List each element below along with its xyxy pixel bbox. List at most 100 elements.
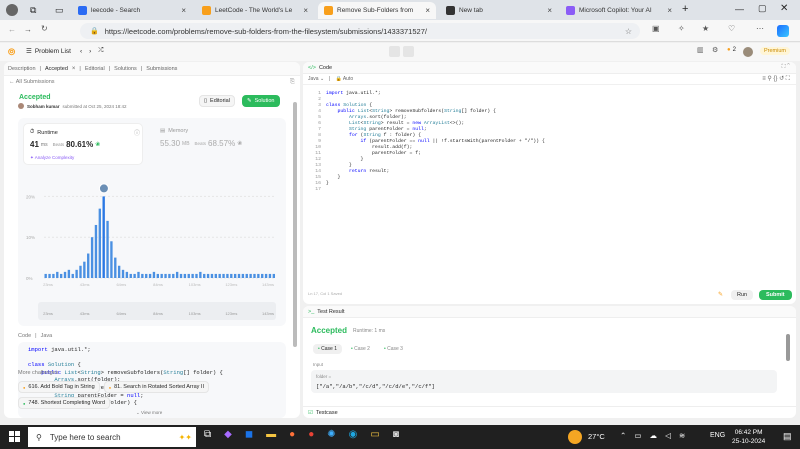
chart-bar[interactable] bbox=[249, 273, 252, 278]
close-tab-icon[interactable]: × bbox=[425, 6, 430, 15]
language-select[interactable]: Java ⌄ bbox=[308, 76, 324, 82]
chart-bar[interactable] bbox=[117, 265, 121, 278]
chart-bar[interactable] bbox=[179, 273, 183, 278]
testcase-tab[interactable]: ☑ Testcase bbox=[303, 406, 796, 418]
chart-bar[interactable] bbox=[183, 273, 187, 278]
close-tab-icon[interactable]: × bbox=[72, 66, 76, 72]
close-window-icon[interactable]: ✕ bbox=[780, 3, 788, 14]
chart-bar[interactable] bbox=[261, 273, 264, 278]
chart-bar[interactable] bbox=[253, 273, 256, 278]
tab-solutions[interactable]: Solutions bbox=[114, 66, 137, 72]
chart-bar[interactable] bbox=[187, 273, 190, 278]
chart-bar[interactable] bbox=[264, 273, 268, 278]
case-tab[interactable]: • Case 2 bbox=[346, 344, 375, 354]
back-icon[interactable]: ← bbox=[8, 25, 16, 34]
tab-editorial[interactable]: Editorial bbox=[85, 66, 105, 72]
close-tab-icon[interactable]: × bbox=[181, 6, 186, 15]
note-icon[interactable]: ✎ bbox=[718, 291, 723, 298]
chart-bar[interactable] bbox=[222, 273, 225, 278]
copilot-app-icon[interactable]: ◆ bbox=[224, 429, 232, 440]
chart-bar[interactable] bbox=[268, 273, 272, 278]
chart-bar[interactable] bbox=[241, 273, 245, 278]
chart-bar[interactable] bbox=[102, 196, 105, 278]
file-explorer-icon[interactable]: ▬ bbox=[266, 429, 276, 440]
chart-bar[interactable] bbox=[90, 237, 94, 278]
memory-header[interactable]: ▤ Memory bbox=[160, 128, 188, 134]
chart-bar[interactable] bbox=[245, 273, 248, 278]
share-icon[interactable]: ⎘ bbox=[290, 79, 295, 86]
analyze-complexity-link[interactable]: ✦ Analyze Complexity bbox=[30, 155, 74, 161]
chart-bar[interactable] bbox=[48, 273, 51, 278]
input-language[interactable]: ENG bbox=[710, 432, 725, 439]
tab-submissions[interactable]: Submissions bbox=[146, 66, 177, 72]
chart-bar[interactable] bbox=[59, 273, 63, 278]
chart-bar[interactable] bbox=[137, 271, 140, 278]
close-tab-icon[interactable]: × bbox=[303, 6, 308, 15]
case-tab[interactable]: • Case 3 bbox=[379, 344, 408, 354]
clock[interactable]: 06:42 PM 25-10-2024 bbox=[732, 428, 765, 446]
editor-actions-icon[interactable]: ≡ ⚲ {} ↺ ⛶ bbox=[762, 75, 790, 83]
chart-bar[interactable] bbox=[148, 273, 152, 278]
browser-tab[interactable]: leecode - Search × bbox=[72, 2, 192, 19]
browser-tab[interactable]: Microsoft Copilot: Your AI × bbox=[560, 2, 678, 19]
maximize-icon[interactable]: ▢ bbox=[758, 3, 767, 14]
minimize-icon[interactable]: — bbox=[735, 4, 744, 14]
chart-bar[interactable] bbox=[199, 271, 202, 278]
chart-bar[interactable] bbox=[110, 241, 113, 278]
view-more-button[interactable]: ⌄ View more bbox=[136, 410, 162, 416]
chart-bar[interactable] bbox=[63, 271, 67, 278]
settings-icon[interactable]: ⚙ bbox=[712, 46, 718, 54]
vpn-icon[interactable]: ✺ bbox=[327, 429, 335, 440]
chart-bar[interactable] bbox=[152, 271, 156, 278]
explorer-icon[interactable]: ▭ bbox=[370, 429, 379, 440]
chart-bar[interactable] bbox=[168, 273, 171, 278]
notifications-icon[interactable]: ▤ bbox=[783, 431, 792, 442]
runtime-card[interactable]: ⏱ Runtime ⓘ 41 ms Beats 80.61% ❀ ✦ Analyz… bbox=[23, 123, 143, 165]
browser-tab[interactable]: Remove Sub-Folders from × bbox=[318, 2, 436, 19]
all-submissions-link[interactable]: ← All Submissions bbox=[9, 79, 55, 85]
browser-essentials-icon[interactable]: ♡ bbox=[728, 24, 735, 33]
collapse-icon[interactable]: ⛶ ⌃ bbox=[782, 64, 790, 71]
chart-bar[interactable] bbox=[226, 273, 229, 278]
chart-bar[interactable] bbox=[52, 273, 55, 278]
chart-bar[interactable] bbox=[94, 224, 98, 278]
chart-bar[interactable] bbox=[83, 261, 86, 278]
chart-bar[interactable] bbox=[210, 273, 214, 278]
chart-bar[interactable] bbox=[195, 273, 198, 278]
shuffle-icon[interactable]: ⤮ bbox=[98, 47, 103, 55]
taskbar-search[interactable]: ⚲ Type here to search ✦✦ bbox=[28, 427, 196, 447]
challenge-chip[interactable]: ● 616. Add Bold Tag in String bbox=[18, 381, 100, 393]
chart-bar[interactable] bbox=[79, 265, 82, 278]
favorites-bar-icon[interactable]: ★ bbox=[702, 24, 709, 33]
chart-bar[interactable] bbox=[272, 273, 275, 278]
streak-counter[interactable]: ● 2 bbox=[727, 47, 736, 53]
chart-bar[interactable] bbox=[175, 271, 179, 278]
layout-icon[interactable]: ▥ bbox=[697, 46, 704, 54]
leetcode-logo-icon[interactable]: ⦾ bbox=[8, 47, 16, 57]
info-icon[interactable]: ⓘ bbox=[134, 128, 140, 137]
chart-bar[interactable] bbox=[71, 273, 74, 278]
submit-button[interactable]: Submit bbox=[759, 290, 792, 300]
left-scrollbar[interactable] bbox=[293, 102, 297, 347]
forward-icon[interactable]: → bbox=[24, 25, 32, 34]
editorial-button[interactable]: ▯ Editorial bbox=[199, 95, 235, 107]
temperature[interactable]: 27°C bbox=[588, 432, 605, 441]
avatar[interactable] bbox=[743, 47, 753, 57]
browser-tab[interactable]: New tab × bbox=[440, 2, 558, 19]
close-tab-icon[interactable]: × bbox=[667, 6, 672, 15]
copilot-icon[interactable] bbox=[777, 25, 789, 37]
chart-bar[interactable] bbox=[172, 273, 175, 278]
case-tab[interactable]: • Case 1 bbox=[313, 344, 342, 354]
chart-bar[interactable] bbox=[206, 273, 210, 278]
edge-icon[interactable]: ◉ bbox=[349, 429, 358, 440]
chart-bar[interactable] bbox=[218, 273, 221, 278]
chart-bar[interactable] bbox=[67, 269, 71, 278]
prev-problem-icon[interactable]: ‹ bbox=[80, 48, 82, 55]
chart-bar[interactable] bbox=[145, 273, 148, 278]
windows-start-icon[interactable] bbox=[9, 431, 20, 442]
challenge-chip[interactable]: ● 748. Shortest Completing Word bbox=[18, 397, 111, 409]
run-layout-icon[interactable] bbox=[389, 46, 400, 57]
weather-icon[interactable] bbox=[568, 430, 582, 444]
chart-bar[interactable] bbox=[230, 273, 233, 278]
chart-bar[interactable] bbox=[98, 208, 101, 278]
